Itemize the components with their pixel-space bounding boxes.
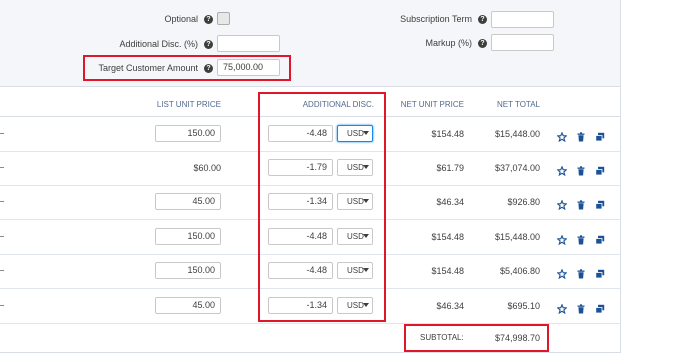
net-unit-price-value: $46.34 — [436, 197, 464, 207]
clone-icon[interactable] — [595, 232, 605, 245]
trash-icon[interactable] — [576, 129, 586, 142]
star-icon[interactable] — [556, 301, 568, 315]
net-total-value: $5,406.80 — [499, 266, 540, 276]
column-header-list-unit-price[interactable]: LIST UNIT PRICE — [130, 100, 221, 109]
help-icon[interactable]: ? — [478, 15, 487, 24]
column-header-net-unit-price[interactable]: NET UNIT PRICE — [390, 100, 464, 109]
clone-icon[interactable] — [595, 266, 605, 279]
subscription-term-label: Subscription Term — [400, 14, 472, 24]
subtotal-highlight — [404, 324, 549, 352]
trash-icon[interactable] — [576, 197, 586, 210]
clone-icon[interactable] — [595, 197, 605, 210]
help-icon[interactable]: ? — [478, 39, 487, 48]
subscription-term-input[interactable] — [491, 11, 554, 28]
net-total-value: $37,074.00 — [494, 163, 540, 173]
net-total-value: $695.10 — [507, 301, 540, 311]
trash-icon[interactable] — [576, 301, 586, 314]
column-header-net-total[interactable]: NET TOTAL — [480, 100, 540, 109]
help-icon[interactable]: ? — [204, 15, 213, 24]
net-unit-price-value: $61.79 — [436, 163, 464, 173]
net-unit-price-value: $46.34 — [436, 301, 464, 311]
list-unit-price-input[interactable]: 45.00 — [155, 297, 221, 314]
net-total-value: $926.80 — [507, 197, 540, 207]
markup-input[interactable] — [491, 34, 554, 51]
help-icon[interactable]: ? — [204, 40, 213, 49]
optional-label: Optional — [164, 14, 198, 24]
clone-icon[interactable] — [595, 129, 605, 142]
additional-disc-column-highlight — [258, 92, 386, 322]
net-unit-price-value: $154.48 — [431, 232, 464, 242]
list-unit-price-value: $60.00 — [193, 163, 221, 173]
net-total-value: $15,448.00 — [494, 129, 540, 139]
row-indicator — [0, 270, 4, 271]
net-total-value: $15,448.00 — [494, 232, 540, 242]
additional-disc-input[interactable] — [217, 35, 280, 52]
markup-label: Markup (%) — [425, 38, 472, 48]
star-icon[interactable] — [556, 163, 568, 177]
net-unit-price-value: $154.48 — [431, 266, 464, 276]
optional-checkbox[interactable] — [217, 12, 230, 25]
trash-icon[interactable] — [576, 266, 586, 279]
additional-disc-label: Additional Disc. (%) — [119, 39, 198, 49]
star-icon[interactable] — [556, 266, 568, 280]
star-icon[interactable] — [556, 129, 568, 143]
clone-icon[interactable] — [595, 301, 605, 314]
row-indicator — [0, 201, 4, 202]
star-icon[interactable] — [556, 197, 568, 211]
clone-icon[interactable] — [595, 163, 605, 176]
list-unit-price-input[interactable]: 150.00 — [155, 262, 221, 279]
row-indicator — [0, 167, 4, 168]
trash-icon[interactable] — [576, 163, 586, 176]
trash-icon[interactable] — [576, 232, 586, 245]
net-unit-price-value: $154.48 — [431, 129, 464, 139]
list-unit-price-input[interactable]: 150.00 — [155, 228, 221, 245]
star-icon[interactable] — [556, 232, 568, 246]
row-indicator — [0, 305, 4, 306]
list-unit-price-input[interactable]: 45.00 — [155, 193, 221, 210]
row-indicator — [0, 236, 4, 237]
list-unit-price-input[interactable]: 150.00 — [155, 125, 221, 142]
target-amount-highlight — [83, 55, 291, 81]
row-indicator — [0, 133, 4, 134]
